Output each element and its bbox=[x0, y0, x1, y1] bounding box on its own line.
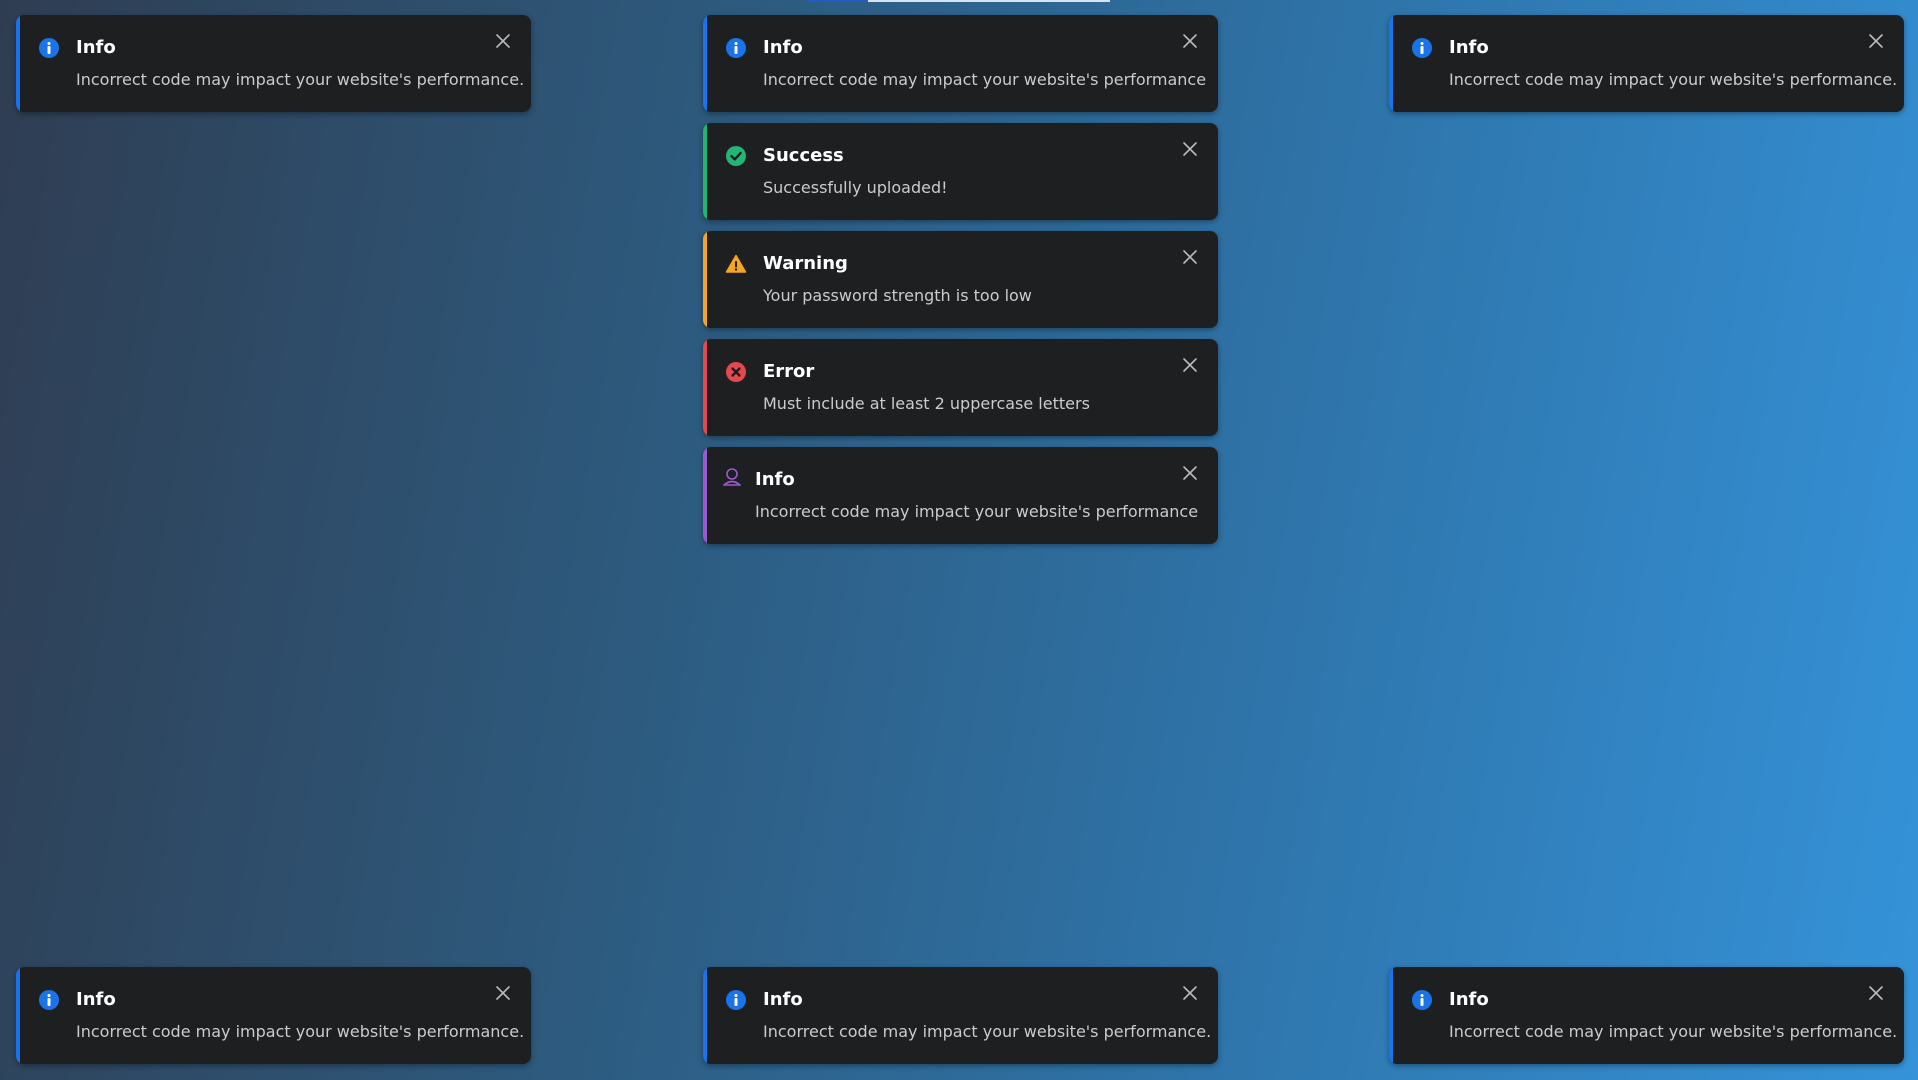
toast-accent-bar bbox=[1389, 15, 1393, 112]
toast-success: Success Successfully uploaded! bbox=[703, 123, 1218, 220]
top-progress-bar-fill bbox=[808, 0, 868, 2]
close-icon[interactable] bbox=[1180, 355, 1200, 375]
close-icon[interactable] bbox=[1866, 31, 1886, 51]
toast-title: Info bbox=[763, 37, 803, 58]
toast-info-top-right: Info Incorrect code may impact your webs… bbox=[1389, 15, 1904, 112]
toast-message: Incorrect code may impact your website's… bbox=[763, 70, 1207, 89]
toast-message: Incorrect code may impact your website's… bbox=[76, 1022, 525, 1041]
info-icon bbox=[725, 37, 747, 59]
toast-accent-bar bbox=[703, 15, 707, 112]
toast-title: Warning bbox=[763, 253, 848, 274]
close-icon[interactable] bbox=[1180, 247, 1200, 267]
toast-title: Success bbox=[763, 145, 844, 166]
info-icon bbox=[1411, 37, 1433, 59]
toast-title: Info bbox=[76, 37, 116, 58]
toast-info-top-left: Info Incorrect code may impact your webs… bbox=[16, 15, 531, 112]
info-icon bbox=[38, 989, 60, 1011]
warning-triangle-icon bbox=[725, 253, 747, 275]
toast-title: Error bbox=[763, 361, 815, 382]
toast-info-bottom-center: Info Incorrect code may impact your webs… bbox=[703, 967, 1218, 1064]
toast-message: Successfully uploaded! bbox=[763, 178, 948, 197]
toast-custom: Info Incorrect code may impact your webs… bbox=[703, 447, 1218, 544]
top-progress-bar-track bbox=[868, 0, 1110, 2]
toast-message: Incorrect code may impact your website's… bbox=[755, 502, 1199, 521]
x-circle-icon bbox=[725, 361, 747, 383]
toast-accent-bar bbox=[1389, 967, 1393, 1064]
toast-message: Incorrect code may impact your website's… bbox=[1449, 1022, 1898, 1041]
close-icon[interactable] bbox=[1180, 139, 1200, 159]
toast-accent-bar bbox=[703, 123, 707, 220]
toast-title: Info bbox=[1449, 989, 1489, 1010]
toast-title: Info bbox=[76, 989, 116, 1010]
close-icon[interactable] bbox=[1180, 31, 1200, 51]
close-icon[interactable] bbox=[1180, 463, 1200, 483]
toast-title: Info bbox=[755, 469, 795, 490]
close-icon[interactable] bbox=[1866, 983, 1886, 1003]
toast-message: Incorrect code may impact your website's… bbox=[763, 1022, 1212, 1041]
close-icon[interactable] bbox=[493, 983, 513, 1003]
toast-message: Incorrect code may impact your website's… bbox=[76, 70, 525, 89]
toast-title: Info bbox=[763, 989, 803, 1010]
toast-info-bottom-right: Info Incorrect code may impact your webs… bbox=[1389, 967, 1904, 1064]
check-circle-icon bbox=[725, 145, 747, 167]
toast-error: Error Must include at least 2 uppercase … bbox=[703, 339, 1218, 436]
info-icon bbox=[1411, 989, 1433, 1011]
toast-info-top-center: Info Incorrect code may impact your webs… bbox=[703, 15, 1218, 112]
toast-accent-bar bbox=[16, 967, 20, 1064]
toast-accent-bar bbox=[16, 15, 20, 112]
toast-title: Info bbox=[1449, 37, 1489, 58]
toast-info-bottom-left: Info Incorrect code may impact your webs… bbox=[16, 967, 531, 1064]
toast-message: Incorrect code may impact your website's… bbox=[1449, 70, 1898, 89]
toast-accent-bar bbox=[703, 231, 707, 328]
toast-warning: Warning Your password strength is too lo… bbox=[703, 231, 1218, 328]
info-icon bbox=[725, 989, 747, 1011]
toast-message: Your password strength is too low bbox=[763, 286, 1032, 305]
close-icon[interactable] bbox=[1180, 983, 1200, 1003]
toast-message: Must include at least 2 uppercase letter… bbox=[763, 394, 1090, 413]
close-icon[interactable] bbox=[493, 31, 513, 51]
info-icon bbox=[38, 37, 60, 59]
toast-accent-bar bbox=[703, 967, 707, 1064]
user-badge-icon bbox=[721, 466, 743, 488]
toast-accent-bar bbox=[703, 447, 707, 544]
toast-accent-bar bbox=[703, 339, 707, 436]
